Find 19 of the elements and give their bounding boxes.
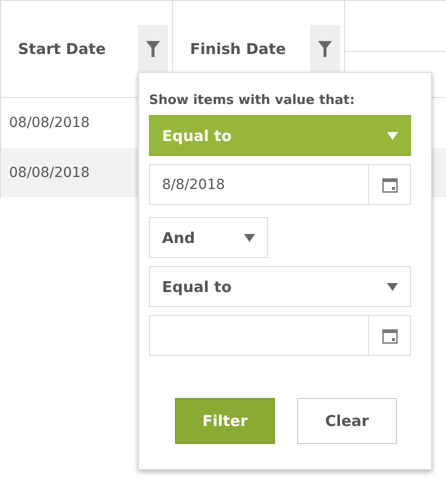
date-field[interactable]: 8/8/2018 xyxy=(149,164,411,205)
clear-button[interactable]: Clear xyxy=(297,398,397,444)
filter-button[interactable] xyxy=(310,25,340,73)
filter-icon xyxy=(318,41,332,57)
filter-button[interactable] xyxy=(138,25,168,73)
logic-dropdown[interactable]: And xyxy=(149,217,268,258)
operator-dropdown[interactable]: Equal to xyxy=(149,266,411,307)
calendar-icon xyxy=(382,328,398,344)
caret-icon xyxy=(244,234,255,242)
filter-prompt: Show items with value that: xyxy=(149,93,356,108)
table-cell: 08/08/2018 xyxy=(9,164,90,180)
date-field[interactable] xyxy=(149,315,411,356)
table-cell: 08/08/2018 xyxy=(9,114,90,130)
caret-icon xyxy=(387,132,398,140)
filter-icon xyxy=(146,41,160,57)
column-header[interactable]: Finish Date xyxy=(190,40,286,58)
calendar-icon xyxy=(382,176,398,192)
column-header[interactable]: Start Date xyxy=(18,40,106,58)
caret-icon xyxy=(387,282,398,290)
